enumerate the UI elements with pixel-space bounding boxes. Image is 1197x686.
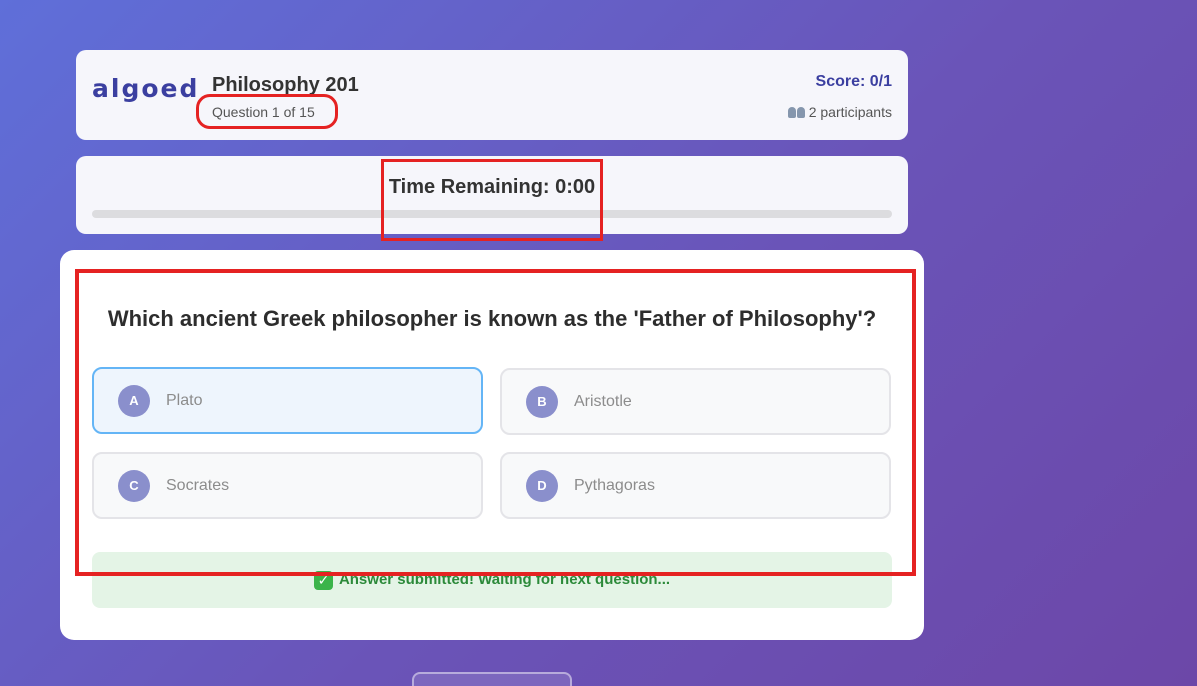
highlight-oval <box>196 94 338 129</box>
highlight-box-question <box>75 269 916 576</box>
participants-label: 2 participants <box>808 104 892 120</box>
highlight-box-timer <box>381 159 603 241</box>
participants-count: 2 participants <box>787 104 892 120</box>
bottom-button[interactable] <box>412 672 572 686</box>
people-icon <box>787 106 805 118</box>
score-display: Score: 0/1 <box>815 73 892 90</box>
logo: algoed <box>92 74 200 103</box>
quiz-header: algoed Philosophy 201 Question 1 of 15 S… <box>76 50 908 140</box>
status-message: Answer submitted! Waiting for next quest… <box>338 571 671 588</box>
